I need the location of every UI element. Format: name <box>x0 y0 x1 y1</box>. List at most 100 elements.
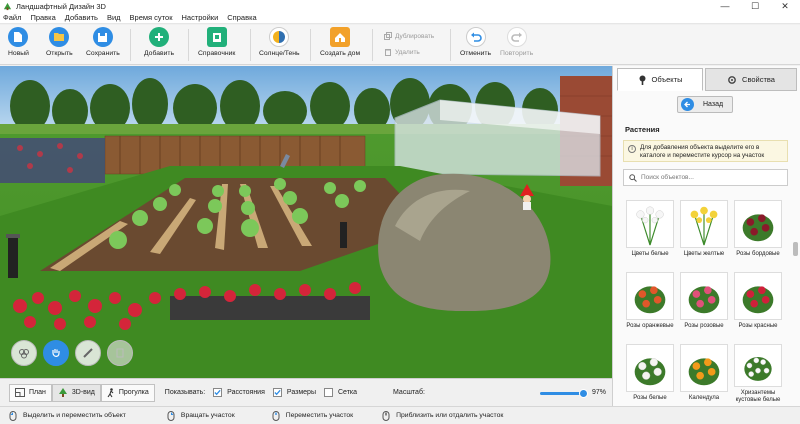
search-icon <box>629 173 637 182</box>
walk-mode-button[interactable]: Прогулка <box>100 383 155 402</box>
slider-thumb[interactable] <box>579 389 588 398</box>
save-button[interactable]: Сохранить <box>86 27 120 57</box>
scale-value: 97% <box>592 389 607 396</box>
catalog-item[interactable]: Цветы белые <box>625 200 675 260</box>
toolbar-separator <box>372 29 373 61</box>
mouse-middle-icon <box>272 410 280 421</box>
hint-zoom: Приблизить или отдалить участок <box>381 410 503 421</box>
menu-add[interactable]: Добавить <box>65 13 98 22</box>
menu-view[interactable]: Вид <box>107 13 121 22</box>
plan-icon <box>15 388 25 397</box>
disabled-tool-button[interactable] <box>107 340 133 366</box>
search-input[interactable]: Поиск объектов... <box>623 169 788 186</box>
new-button[interactable]: Новый <box>8 27 29 57</box>
trash-icon <box>385 49 391 56</box>
checkbox-box <box>272 388 282 397</box>
catalog-item[interactable]: Розы оранжевые <box>625 272 675 332</box>
toolbar-separator <box>450 29 451 61</box>
walk-icon <box>107 387 114 397</box>
gear-icon <box>728 75 736 84</box>
scale-slider[interactable] <box>540 389 588 398</box>
toolbar-separator <box>130 29 131 61</box>
sun-shadow-button[interactable]: Солнце/Тень <box>259 27 300 57</box>
delete-button[interactable]: Удалить <box>384 48 420 56</box>
tab-properties[interactable]: Свойства <box>705 68 797 91</box>
app-logo-icon <box>3 2 12 10</box>
duplicate-icon <box>384 32 392 40</box>
section-title: Растения <box>625 125 660 134</box>
distances-checkbox[interactable]: Расстояния <box>213 388 265 397</box>
plan-mode-button[interactable]: План <box>9 383 52 402</box>
toolbar-separator <box>250 29 251 61</box>
catalog-item[interactable]: Хризантемы кустовые белые <box>733 344 783 404</box>
scrollbar-thumb[interactable] <box>793 242 798 256</box>
sun-shadow-icon <box>269 27 290 47</box>
hint-select: Выделить и переместить объект <box>8 410 126 421</box>
back-button[interactable]: Назад <box>677 96 733 113</box>
open-button[interactable]: Открыть <box>46 27 73 57</box>
toolbar: Новый Открыть Сохранить Добавить Справоч… <box>0 25 800 65</box>
catalog-item[interactable]: Розы красные <box>733 272 783 332</box>
garden-scene-illustration <box>0 66 612 378</box>
objects-panel: Объекты Свойства Назад Растения i Для до… <box>612 66 800 406</box>
duplicate-button[interactable]: Дублировать <box>384 32 434 40</box>
checkbox-box <box>213 388 223 397</box>
close-button[interactable]: ✕ <box>770 0 800 12</box>
calendula-thumbnail <box>680 344 728 392</box>
menu-settings[interactable]: Настройки <box>181 13 218 22</box>
mouse-wheel-icon <box>382 410 390 421</box>
catalog-item[interactable]: Календула <box>679 344 729 404</box>
folder-icon <box>49 27 70 47</box>
maximize-button[interactable]: ☐ <box>740 0 770 12</box>
redo-button[interactable]: Повторить <box>500 27 533 57</box>
catalog-scrollbar[interactable] <box>793 186 798 406</box>
reference-button[interactable]: Справочник <box>198 27 235 57</box>
create-house-button[interactable]: Создать дом <box>320 27 360 57</box>
hint-bar: Выделить и переместить объект Вращать уч… <box>0 406 800 424</box>
white-roses-thumbnail <box>626 344 674 392</box>
minimize-button[interactable]: — <box>710 0 740 12</box>
menu-file[interactable]: Файл <box>3 13 21 22</box>
cluster-icon <box>19 349 29 359</box>
redo-icon <box>506 27 527 47</box>
house-icon <box>330 27 351 47</box>
plus-icon <box>149 27 170 47</box>
undo-icon <box>465 27 486 47</box>
sizes-checkbox[interactable]: Размеры <box>272 388 316 397</box>
objects-tool-button[interactable] <box>11 340 37 366</box>
burgundy-roses-thumbnail <box>734 200 782 248</box>
back-arrow-icon <box>681 98 694 111</box>
3d-view-mode-button[interactable]: 3D-вид <box>51 383 101 402</box>
menu-bar: Файл Правка Добавить Вид Время суток Нас… <box>0 12 800 24</box>
ruler-tool-button[interactable] <box>75 340 101 366</box>
panel-tabs: Объекты Свойства <box>613 66 800 91</box>
square-icon <box>116 348 124 358</box>
show-label: Показывать: <box>164 389 206 396</box>
add-button[interactable]: Добавить <box>144 27 174 57</box>
hint-rotate: Вращать участок <box>166 410 235 421</box>
hand-tool-button[interactable] <box>43 340 69 366</box>
3d-viewport[interactable] <box>0 66 612 378</box>
hand-icon <box>52 349 60 357</box>
hint-note: i Для добавления объекта выделите его в … <box>623 140 788 162</box>
catalog-item[interactable]: Цветы желтые <box>679 200 729 260</box>
save-icon <box>92 27 113 47</box>
menu-help[interactable]: Справка <box>227 13 256 22</box>
grid-checkbox[interactable]: Сетка <box>323 388 357 397</box>
tree-3d-icon <box>58 388 67 397</box>
white-chrysanthemums-thumbnail <box>734 344 782 387</box>
undo-button[interactable]: Отменить <box>460 27 491 57</box>
catalog-item[interactable]: Розы бордовые <box>733 200 783 260</box>
toolbar-separator <box>188 29 189 61</box>
white-flowers-thumbnail <box>626 200 674 248</box>
catalog-item[interactable]: Розы розовые <box>679 272 729 332</box>
pink-roses-thumbnail <box>680 272 728 320</box>
title-bar: Ландшафтный Дизайн 3D — ☐ ✕ <box>0 0 800 12</box>
mouse-left-icon <box>9 410 17 421</box>
menu-edit[interactable]: Правка <box>30 13 55 22</box>
ruler-icon <box>83 348 93 358</box>
catalog-item[interactable]: Розы белые <box>625 344 675 404</box>
tab-objects[interactable]: Объекты <box>617 68 703 91</box>
menu-time-of-day[interactable]: Время суток <box>130 13 173 22</box>
new-icon <box>8 27 29 47</box>
